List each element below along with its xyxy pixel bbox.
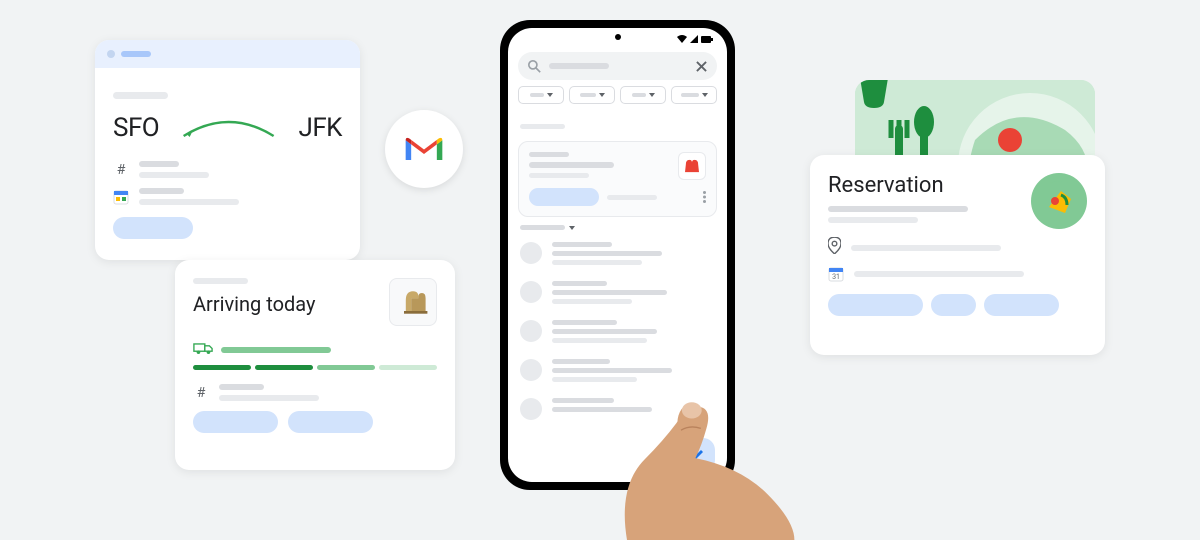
email-list-item[interactable] — [508, 234, 727, 273]
pencil-icon — [690, 447, 706, 463]
chevron-down-icon[interactable] — [569, 226, 575, 230]
phone-screen — [508, 28, 727, 482]
flight-destination-code: JFK — [298, 113, 342, 143]
hash-icon: # — [113, 162, 129, 178]
filter-chip[interactable] — [569, 86, 615, 104]
reservation-action-button-2[interactable] — [931, 294, 976, 316]
chevron-down-icon — [599, 93, 605, 97]
reservation-title: Reservation — [828, 173, 1021, 198]
overflow-menu-icon[interactable] — [703, 191, 706, 203]
gmail-logo — [385, 110, 463, 188]
package-action-button-2[interactable] — [288, 411, 373, 433]
card-action-button[interactable] — [529, 188, 599, 206]
reservation-action-button[interactable] — [828, 294, 923, 316]
flight-summary-card: SFO JFK # — [95, 40, 360, 260]
package-tracking-card: Arriving today # — [175, 260, 455, 470]
svg-text:31: 31 — [832, 273, 840, 281]
product-thumbnail — [389, 278, 437, 326]
search-bar[interactable] — [518, 52, 717, 80]
arriving-title: Arriving today — [193, 292, 315, 316]
reservation-action-button-3[interactable] — [984, 294, 1059, 316]
email-list-item[interactable] — [508, 351, 727, 390]
signal-icon — [690, 35, 698, 43]
reservation-card: Reservation 31 — [810, 155, 1105, 355]
email-list-item[interactable] — [508, 312, 727, 351]
chevron-down-icon — [547, 93, 553, 97]
compose-button[interactable] — [681, 438, 715, 472]
filter-chip[interactable] — [620, 86, 666, 104]
email-list-item[interactable] — [508, 273, 727, 312]
flight-origin-code: SFO — [113, 113, 159, 143]
flight-action-button[interactable] — [113, 217, 193, 239]
close-icon[interactable] — [696, 61, 707, 72]
hash-icon: # — [193, 385, 209, 401]
delivery-progress-bar — [193, 365, 437, 370]
email-list-item[interactable] — [508, 390, 727, 428]
product-thumbnail — [678, 152, 706, 180]
flight-arc-icon — [167, 116, 290, 140]
chevron-down-icon — [649, 93, 655, 97]
wifi-icon — [677, 35, 687, 43]
avatar — [520, 242, 542, 264]
avatar — [520, 359, 542, 381]
calendar-icon — [113, 189, 129, 205]
package-action-button[interactable] — [193, 411, 278, 433]
phone-frame — [500, 20, 735, 490]
filter-chip[interactable] — [518, 86, 564, 104]
search-icon — [528, 60, 541, 73]
filter-chip[interactable] — [671, 86, 717, 104]
avatar — [520, 281, 542, 303]
top-result-card[interactable] — [518, 141, 717, 217]
chevron-down-icon — [702, 93, 708, 97]
calendar-icon: 31 — [828, 266, 844, 282]
restaurant-thumbnail — [1031, 173, 1087, 229]
card-tabbar — [95, 40, 360, 68]
battery-icon — [701, 36, 713, 43]
location-pin-icon — [828, 237, 841, 258]
avatar — [520, 320, 542, 342]
avatar — [520, 398, 542, 420]
truck-icon — [193, 340, 213, 359]
